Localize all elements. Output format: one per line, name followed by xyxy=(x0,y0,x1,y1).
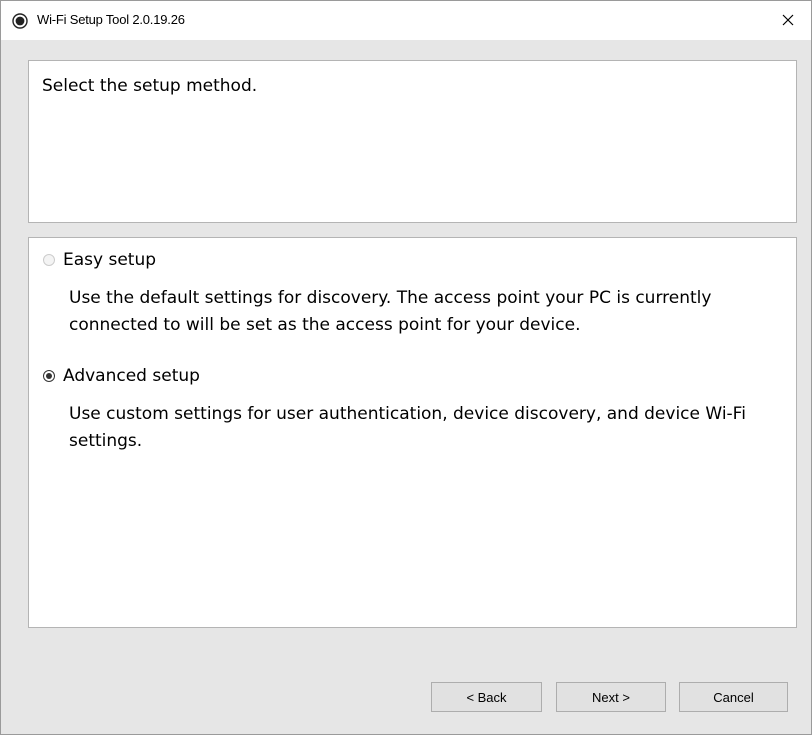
window-title: Wi-Fi Setup Tool 2.0.19.26 xyxy=(37,12,185,27)
back-button[interactable]: < Back xyxy=(431,682,542,712)
advanced-setup-radio[interactable] xyxy=(43,370,55,382)
title-bar[interactable]: Wi-Fi Setup Tool 2.0.19.26 xyxy=(1,1,811,40)
advanced-setup-label[interactable]: Advanced setup xyxy=(63,366,200,386)
close-icon xyxy=(782,11,794,30)
easy-setup-radio[interactable] xyxy=(43,254,55,266)
next-button[interactable]: Next > xyxy=(556,682,666,712)
setup-window: Wi-Fi Setup Tool 2.0.19.26 Select the se… xyxy=(0,0,812,735)
instruction-text: Select the setup method. xyxy=(42,76,258,96)
advanced-setup-option[interactable]: Advanced setup xyxy=(43,366,200,386)
setup-method-panel: Easy setup Use the default settings for … xyxy=(28,237,797,628)
easy-setup-label[interactable]: Easy setup xyxy=(63,250,156,270)
advanced-setup-description: Use custom settings for user authenticat… xyxy=(69,404,746,451)
close-button[interactable] xyxy=(765,1,811,40)
cancel-button[interactable]: Cancel xyxy=(679,682,788,712)
wizard-body: Select the setup method. Easy setup Use … xyxy=(1,40,811,734)
easy-setup-description: Use the default settings for discovery. … xyxy=(69,288,712,335)
app-icon xyxy=(12,13,28,29)
easy-setup-option[interactable]: Easy setup xyxy=(43,250,156,270)
header-panel: Select the setup method. xyxy=(28,60,797,223)
